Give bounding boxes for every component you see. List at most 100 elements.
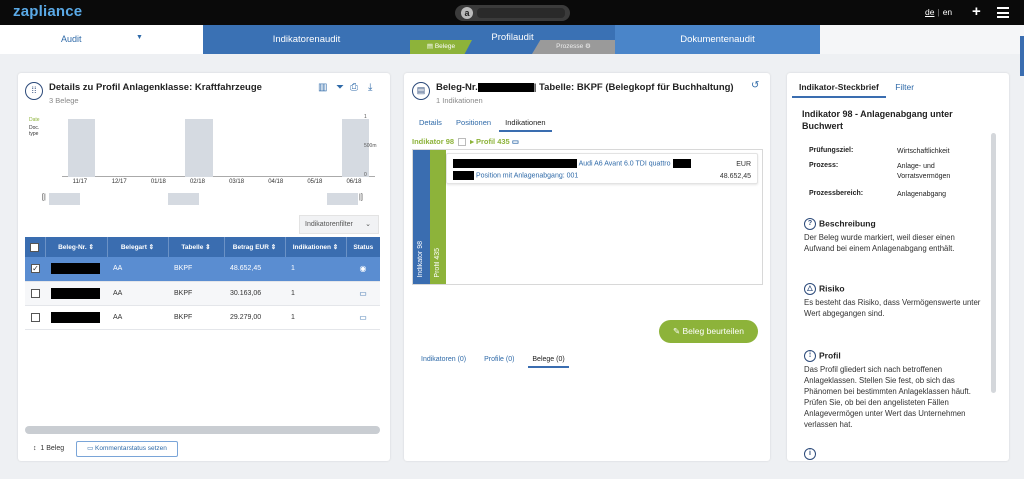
panel-subtitle: 3 Belege (49, 96, 79, 105)
table-row[interactable]: AA BKPF 29.279,00 1 ▭ (25, 305, 380, 330)
section-beschreibung: ? Beschreibung Der Beleg wurde markiert, … (804, 218, 981, 254)
tab-details[interactable]: Details (413, 115, 448, 130)
indikator-bar[interactable]: Indikator 98 (413, 150, 430, 284)
filter-icon[interactable]: ⏷ (336, 82, 344, 93)
beleg-detail-panel: ▤ Beleg-Nr. | Tabelle: BKPF (Belegkopf fü… (404, 73, 770, 461)
legend-date: Date (29, 117, 40, 123)
x-tick-label: 05/18 (307, 179, 323, 185)
tab-positionen[interactable]: Positionen (450, 115, 497, 130)
row-checkbox-checked[interactable]: ✓ (31, 264, 40, 274)
tab-indikatoren[interactable]: Indikatoren (0) (417, 353, 470, 366)
crumb-checkbox[interactable] (458, 138, 467, 147)
beleg-subtitle: 1 Indikationen (436, 96, 483, 105)
range-block (327, 193, 358, 205)
cell-betrag: 29.279,00 (224, 305, 285, 330)
card-currency: EUR (736, 161, 751, 168)
tab-dokumentenaudit[interactable]: Dokumentenaudit (615, 25, 820, 54)
crumb-profil[interactable]: ▸ Profil 435 (470, 137, 510, 146)
tab-indikatorenaudit[interactable]: Indikatorenaudit (203, 25, 410, 54)
belege-table: Beleg-Nr. ⇕ Belegart ⇕ Tabelle ⇕ Betrag … (25, 237, 380, 330)
col-tabelle[interactable]: Tabelle ⇕ (168, 237, 225, 257)
profil-bar[interactable]: Profil 435 (430, 150, 446, 284)
col-status[interactable]: Status (346, 237, 380, 257)
print-icon[interactable]: ⎙ (350, 82, 358, 93)
card-amount-value: 48.652,45 (719, 173, 751, 180)
cell-belegart: AA (107, 281, 168, 306)
indikatorenfilter-dropdown[interactable]: Indikatorenfilter ⌄ (299, 215, 379, 234)
download-icon[interactable]: ⤓ (368, 82, 372, 93)
lang-de-link[interactable]: de (925, 7, 934, 17)
right-tabs: Indikator-Steckbrief Filter (792, 82, 921, 98)
tab-steckbrief[interactable]: Indikator-Steckbrief (792, 82, 886, 98)
cell-belegart: AA (107, 257, 168, 282)
belege-step-tag[interactable]: ▤ Belege (410, 40, 472, 54)
redacted-beleg-nr (51, 263, 100, 275)
range-handle-left[interactable]: [| (42, 194, 46, 201)
x-tick-label: 06/18 (346, 179, 362, 185)
col-betrag[interactable]: Betrag EUR ⇕ (224, 237, 286, 257)
info-key: Prozess: (809, 162, 839, 169)
comment-icon[interactable]: ▭ (346, 305, 380, 330)
row-checkbox[interactable] (31, 288, 40, 298)
col-belegart[interactable]: Belegart ⇕ (107, 237, 169, 257)
global-search[interactable]: a (455, 5, 570, 21)
tab-filter[interactable]: Filter (888, 82, 921, 96)
info-value: Wirtschaftlichkeit (897, 148, 950, 155)
col-beleg-nr[interactable]: Beleg-Nr. ⇕ (45, 237, 108, 257)
section-body: Das Profil gliedert sich nach betroffene… (804, 365, 971, 429)
info-value: Anlagenabgang (897, 191, 947, 198)
crumb-indikator[interactable]: Indikator 98 (412, 137, 454, 146)
hamburger-menu-icon[interactable] (997, 7, 1009, 18)
add-button[interactable]: + (972, 4, 981, 19)
indikatorenfilter-label: Indikatorenfilter (305, 221, 353, 228)
search-input[interactable] (477, 8, 565, 18)
comment-icon[interactable]: ▭ (346, 281, 380, 306)
profile-details-panel: ⁞⁞ Details zu Profil Anlagenklasse: Kraf… (18, 73, 390, 461)
refresh-icon[interactable]: ↺ (751, 80, 759, 91)
section-body: Der Beleg wurde markiert, weil dieser ei… (804, 233, 955, 253)
cell-indikationen: 1 (285, 281, 346, 306)
kommentarstatus-button[interactable]: ▭ Kommentarstatus setzen (76, 441, 178, 457)
top-bar: zapliance a de | en + (0, 0, 1024, 25)
cell-tabelle: BKPF (168, 257, 224, 282)
range-handle-right[interactable]: |] (359, 194, 363, 201)
col-indikationen[interactable]: Indikationen ⇕ (285, 237, 347, 257)
section-heading: Beschreibung (819, 218, 876, 229)
tab-belege[interactable]: Belege (0) (528, 353, 569, 368)
select-all-checkbox[interactable] (30, 242, 40, 252)
panel-title: Details zu Profil Anlagenklasse: Kraftfa… (49, 82, 262, 93)
avatar[interactable]: a (461, 7, 473, 19)
table-row[interactable]: ✓ AA BKPF 48.652,45 1 ◉ (25, 257, 380, 282)
lang-en-link[interactable]: en (943, 7, 952, 17)
redacted-beleg-nr (51, 311, 100, 323)
prozesse-step-tag[interactable]: Prozesse ⚙ (532, 40, 615, 54)
chart-bar[interactable] (67, 119, 96, 177)
comment-icon[interactable]: ▭ (512, 137, 519, 146)
bar-chart-icon[interactable]: ▥ (318, 82, 327, 93)
redacted-text (672, 159, 691, 168)
footprints-icon: ⁞⁞ (25, 82, 43, 100)
beleg-card[interactable]: Audi A6 Avant 6.0 TDI quattro Position m… (446, 153, 758, 184)
x-tick-label: 02/18 (189, 179, 205, 185)
select-all-header[interactable] (25, 237, 46, 257)
tab-indikationen[interactable]: Indikationen (499, 115, 552, 132)
tab-profile[interactable]: Profile (0) (480, 353, 518, 366)
beleg-beurteilen-button[interactable]: ✎ Beleg beurteilen (659, 320, 758, 343)
section-heading: Risiko (819, 283, 845, 294)
card-link-asset[interactable]: Audi A6 Avant 6.0 TDI quattro (579, 160, 671, 167)
nav-bar: Audit ▼ Indikatorenaudit Profilaudit Dok… (0, 25, 1024, 54)
eye-icon[interactable]: ◉ (346, 257, 380, 282)
app-logo[interactable]: zapliance (13, 3, 82, 20)
vertical-scrollbar[interactable] (991, 133, 996, 393)
horizontal-scrollbar[interactable] (25, 426, 380, 434)
card-link-position[interactable]: Position mit Anlagenabgang: 001 (476, 172, 578, 179)
audit-dropdown[interactable]: Audit ▼ (0, 25, 203, 54)
timeline-chart[interactable] (62, 119, 375, 177)
card-amount: EUR 48.652,45 (720, 159, 751, 183)
info-icon: i (804, 448, 816, 460)
table-row[interactable]: AA BKPF 30.163,06 1 ▭ (25, 281, 380, 306)
lang-separator: | (937, 7, 940, 17)
x-tick-label: 04/18 (268, 179, 284, 185)
row-checkbox[interactable] (31, 312, 40, 322)
chart-bar[interactable] (185, 119, 213, 177)
